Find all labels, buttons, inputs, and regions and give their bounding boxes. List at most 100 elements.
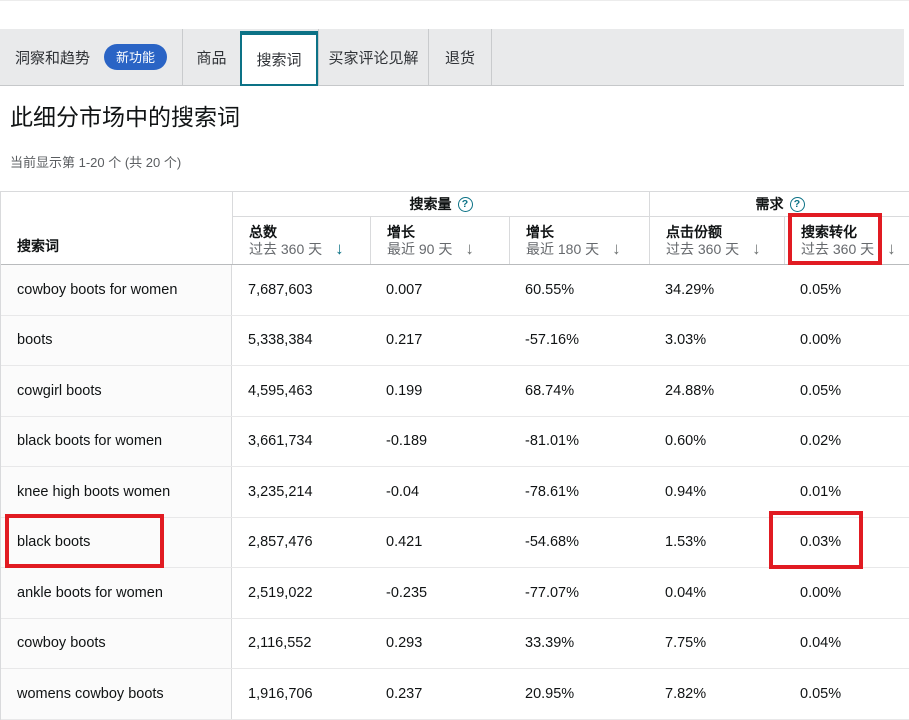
growth-90-cell: -0.189: [370, 417, 509, 467]
column-sublabel: 过去 360 天: [666, 241, 739, 258]
column-header-growth-90-text: 增长 最近 90 天: [387, 224, 452, 258]
column-header-search-conversion: 搜索转化 过去 360 天 ↓: [784, 217, 909, 264]
click-share-cell: 0.94%: [649, 467, 784, 517]
table-row: womens cowboy boots 1,916,706 0.237 20.9…: [1, 669, 909, 720]
group-header-search-volume-label: 搜索量: [410, 194, 452, 214]
click-share-cell: 1.53%: [649, 518, 784, 568]
total-volume-cell: 2,519,022: [232, 568, 370, 618]
growth-90-cell: 0.007: [370, 265, 509, 315]
growth-180-cell: -81.01%: [509, 417, 649, 467]
help-icon[interactable]: ?: [458, 197, 473, 212]
growth-180-cell: -54.68%: [509, 518, 649, 568]
search-term-cell: black boots for women: [1, 417, 232, 467]
table-row: knee high boots women 3,235,214 -0.04 -7…: [1, 467, 909, 518]
group-header-spacer: [1, 192, 232, 217]
search-conversion-cell: 0.02%: [784, 417, 909, 467]
growth-180-cell: 33.39%: [509, 619, 649, 669]
search-term-cell: ankle boots for women: [1, 568, 232, 618]
growth-180-cell: -57.16%: [509, 316, 649, 366]
click-share-cell: 24.88%: [649, 366, 784, 416]
search-conversion-cell: 0.05%: [784, 366, 909, 416]
growth-90-cell: 0.293: [370, 619, 509, 669]
column-sublabel: 最近 90 天: [387, 241, 452, 258]
column-header-search-term-label: 搜索词: [17, 236, 59, 256]
total-volume-cell: 3,235,214: [232, 467, 370, 517]
tab-returns[interactable]: 退货: [429, 29, 492, 85]
click-share-cell: 7.75%: [649, 619, 784, 669]
column-header-click-share: 点击份额 过去 360 天 ↓: [649, 217, 784, 264]
sort-arrow-icon[interactable]: ↓: [752, 240, 761, 258]
search-term-cell: cowboy boots: [1, 619, 232, 669]
sort-arrow-icon[interactable]: ↓: [335, 240, 344, 258]
column-header-search-conversion-text: 搜索转化 过去 360 天: [801, 224, 874, 258]
tab-reviews-label: 买家评论见解: [328, 47, 418, 68]
total-volume-cell: 1,916,706: [232, 669, 370, 719]
column-sublabel: 过去 360 天: [249, 241, 322, 258]
search-term-cell: boots: [1, 316, 232, 366]
column-header-total-volume-text: 总数 过去 360 天: [249, 224, 322, 258]
search-conversion-cell: 0.05%: [784, 669, 909, 719]
column-header-search-term: 搜索词: [1, 217, 232, 264]
total-volume-cell: 3,661,734: [232, 417, 370, 467]
tab-products-label: 商品: [196, 47, 226, 68]
group-header-demand: 需求 ?: [649, 192, 909, 217]
sort-arrow-icon[interactable]: ↓: [887, 240, 896, 258]
total-volume-cell: 7,687,603: [232, 265, 370, 315]
total-volume-cell: 5,338,384: [232, 316, 370, 366]
click-share-cell: 0.60%: [649, 417, 784, 467]
table-row: boots 5,338,384 0.217 -57.16% 3.03% 0.00…: [1, 316, 909, 367]
sort-arrow-icon[interactable]: ↓: [612, 240, 621, 258]
table-row: ankle boots for women 2,519,022 -0.235 -…: [1, 568, 909, 619]
group-header-search-volume: 搜索量 ?: [232, 192, 649, 217]
search-term-cell: cowgirl boots: [1, 366, 232, 416]
search-term-cell: black boots: [1, 518, 232, 568]
column-header-growth-180: 增长 最近 180 天 ↓: [509, 217, 649, 264]
tab-insights-label: 洞察和趋势: [15, 47, 90, 68]
table-group-header-row: 搜索量 ? 需求 ?: [1, 192, 909, 217]
search-term-cell: knee high boots women: [1, 467, 232, 517]
sort-arrow-icon[interactable]: ↓: [465, 240, 474, 258]
tab-bar: 洞察和趋势 新功能 商品 搜索词 买家评论见解 退货: [0, 29, 904, 86]
growth-90-cell: -0.04: [370, 467, 509, 517]
table-row: cowgirl boots 4,595,463 0.199 68.74% 24.…: [1, 366, 909, 417]
table-row: black boots for women 3,661,734 -0.189 -…: [1, 417, 909, 468]
search-conversion-cell: 0.01%: [784, 467, 909, 517]
column-header-growth-90: 增长 最近 90 天 ↓: [370, 217, 509, 264]
search-conversion-cell: 0.00%: [784, 568, 909, 618]
tab-customer-review-insights[interactable]: 买家评论见解: [318, 29, 429, 85]
tab-insights-and-trends[interactable]: 洞察和趋势 新功能: [0, 29, 183, 85]
total-volume-cell: 2,116,552: [232, 619, 370, 669]
table-row: cowboy boots for women 7,687,603 0.007 6…: [1, 265, 909, 316]
column-label: 搜索转化: [801, 224, 874, 241]
click-share-cell: 34.29%: [649, 265, 784, 315]
table-row: cowboy boots 2,116,552 0.293 33.39% 7.75…: [1, 619, 909, 670]
total-volume-cell: 2,857,476: [232, 518, 370, 568]
table-column-header-row: 搜索词 总数 过去 360 天 ↓ 增长 最近 90 天 ↓ 增长 最近 180…: [1, 217, 909, 265]
search-conversion-cell: 0.00%: [784, 316, 909, 366]
new-feature-badge: 新功能: [104, 44, 167, 70]
growth-90-cell: 0.199: [370, 366, 509, 416]
tab-products[interactable]: 商品: [183, 29, 240, 85]
page-title: 此细分市场中的搜索词: [10, 98, 240, 132]
click-share-cell: 7.82%: [649, 669, 784, 719]
growth-90-cell: -0.235: [370, 568, 509, 618]
click-share-cell: 0.04%: [649, 568, 784, 618]
search-terms-table: 搜索量 ? 需求 ? 搜索词 总数 过去 360 天 ↓ 增长 最近 90 天 …: [0, 191, 909, 720]
column-sublabel: 最近 180 天: [526, 241, 599, 258]
group-header-demand-label: 需求: [756, 194, 784, 214]
growth-90-cell: 0.217: [370, 316, 509, 366]
search-term-cell: cowboy boots for women: [1, 265, 232, 315]
growth-180-cell: 60.55%: [509, 265, 649, 315]
growth-180-cell: 20.95%: [509, 669, 649, 719]
tab-search-terms[interactable]: 搜索词: [240, 31, 318, 86]
tab-search-terms-label: 搜索词: [256, 49, 301, 70]
column-header-click-share-text: 点击份额 过去 360 天: [666, 224, 739, 258]
help-icon[interactable]: ?: [790, 197, 805, 212]
click-share-cell: 3.03%: [649, 316, 784, 366]
column-sublabel: 过去 360 天: [801, 241, 874, 258]
tab-returns-label: 退货: [445, 47, 475, 68]
search-conversion-cell: 0.05%: [784, 265, 909, 315]
column-header-growth-180-text: 增长 最近 180 天: [526, 224, 599, 258]
column-label: 总数: [249, 224, 322, 241]
growth-180-cell: -77.07%: [509, 568, 649, 618]
